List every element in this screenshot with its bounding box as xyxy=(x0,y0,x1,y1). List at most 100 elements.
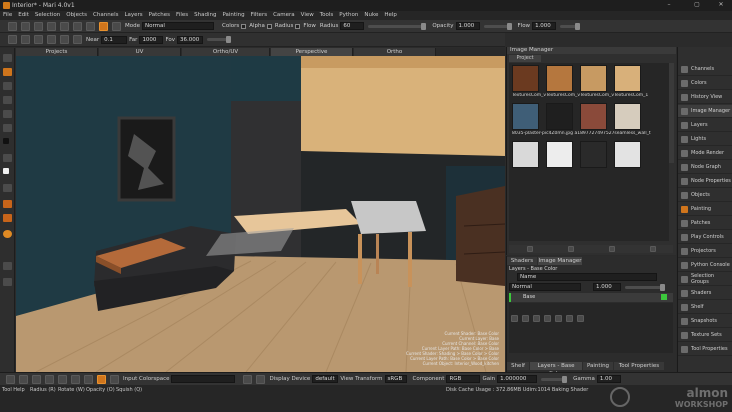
menu-shading[interactable]: Shading xyxy=(191,11,219,20)
palette-texture-sets[interactable]: Texture Sets xyxy=(678,329,732,342)
palette-node-properties[interactable]: Node Properties xyxy=(678,175,732,188)
radius-field[interactable]: 60 xyxy=(340,22,365,30)
menu-edit[interactable]: Edit xyxy=(15,11,32,20)
display-icon[interactable] xyxy=(256,374,266,384)
input-colorspace-select[interactable] xyxy=(171,375,236,383)
layer-tool-icon[interactable] xyxy=(3,262,12,270)
delete-image-icon[interactable] xyxy=(649,246,656,252)
tab-image-manager[interactable]: Image Manager xyxy=(538,257,582,265)
thumbnail[interactable] xyxy=(614,141,641,168)
near-field[interactable]: 0.1 xyxy=(101,35,128,44)
palette-history-view[interactable]: History View xyxy=(678,91,732,104)
palette-lights[interactable]: Lights xyxy=(678,133,732,146)
tab-ortho-uv[interactable]: Ortho/UV xyxy=(182,48,270,56)
menu-painting[interactable]: Painting xyxy=(219,11,247,20)
menu-objects[interactable]: Objects xyxy=(63,11,90,20)
new-project-icon[interactable] xyxy=(8,21,17,31)
palette-shaders[interactable]: Shaders xyxy=(678,287,732,300)
menu-selection[interactable]: Selection xyxy=(32,11,63,20)
clone-tool-icon[interactable] xyxy=(3,200,12,208)
far-field[interactable]: 1000 xyxy=(139,35,164,44)
brush-stamp-icon[interactable] xyxy=(45,374,54,384)
background-color-icon[interactable] xyxy=(3,168,9,174)
menu-tools[interactable]: Tools xyxy=(317,11,337,20)
camera-reset-icon[interactable] xyxy=(21,35,30,44)
thumbnail[interactable] xyxy=(614,103,641,130)
add-layer-icon[interactable] xyxy=(511,314,518,322)
3d-viewport[interactable]: Current Shader: Base Color Current Layer… xyxy=(16,56,505,372)
view-image-icon[interactable] xyxy=(608,246,615,252)
layer-opacity-slider[interactable] xyxy=(625,284,665,291)
lut-icon[interactable] xyxy=(243,374,253,384)
export-image-icon[interactable] xyxy=(567,246,574,252)
mode-select[interactable]: Normal xyxy=(142,22,214,30)
alpha-checkbox[interactable] xyxy=(241,23,247,29)
menu-nuke[interactable]: Nuke xyxy=(361,11,381,20)
radius-checkbox[interactable] xyxy=(266,23,272,29)
move-icon[interactable] xyxy=(19,374,28,384)
flow-slider[interactable] xyxy=(560,22,581,30)
add-procedural-icon[interactable] xyxy=(533,314,540,322)
gamma-field[interactable]: 1.00 xyxy=(596,375,621,383)
color-manage-icon[interactable] xyxy=(97,374,106,384)
lock-camera-icon[interactable] xyxy=(60,35,69,44)
select-tool-icon[interactable] xyxy=(3,54,12,62)
opacity-slider[interactable] xyxy=(483,22,512,30)
thumbnail-scrollbar[interactable] xyxy=(669,63,674,163)
menu-view[interactable]: View xyxy=(298,11,317,20)
menu-files[interactable]: Files xyxy=(173,11,191,20)
save-icon[interactable] xyxy=(34,21,43,31)
opacity-field[interactable]: 1.000 xyxy=(455,22,480,30)
palette-projectors[interactable]: Projectors xyxy=(678,245,732,258)
layer-search-input[interactable]: Name xyxy=(517,273,657,281)
thumbnail[interactable] xyxy=(546,103,573,130)
merge-layer-icon[interactable] xyxy=(566,314,573,322)
palette-node-graph[interactable]: Node Graph xyxy=(678,161,732,174)
maximize-button[interactable]: ▢ xyxy=(688,1,706,10)
group-layer-icon[interactable] xyxy=(555,314,562,322)
frame-selection-icon[interactable] xyxy=(34,35,43,44)
palette-colors[interactable]: Colors xyxy=(678,77,732,90)
snapshot-icon[interactable] xyxy=(73,21,82,31)
paint-tool-icon[interactable] xyxy=(3,68,12,76)
menu-filters[interactable]: Filters xyxy=(248,11,271,20)
palette-play-controls[interactable]: Play Controls xyxy=(678,231,732,244)
palette-objects[interactable]: Objects xyxy=(678,189,732,202)
menu-camera[interactable]: Camera xyxy=(270,11,298,20)
undo-history-icon[interactable] xyxy=(6,374,15,384)
thumbnail[interactable] xyxy=(614,65,641,92)
rotate-brush-icon[interactable] xyxy=(71,374,80,384)
lighting-icon[interactable] xyxy=(112,21,121,31)
minimize-button[interactable]: – xyxy=(660,1,678,10)
frame-all-icon[interactable] xyxy=(47,35,56,44)
tab-painting[interactable]: Painting xyxy=(583,362,613,370)
palette-tool-properties[interactable]: Tool Properties xyxy=(678,343,732,356)
menu-help[interactable]: Help xyxy=(381,11,400,20)
close-button[interactable]: ✕ xyxy=(712,1,730,10)
add-mask-icon[interactable] xyxy=(544,314,551,322)
paint-fill-icon[interactable] xyxy=(3,82,12,90)
fov-field[interactable]: 36.000 xyxy=(177,35,204,44)
paint-through-icon[interactable] xyxy=(99,21,108,31)
palette-mode-render[interactable]: Mode Render xyxy=(678,147,732,160)
tab-shelf[interactable]: Shelf xyxy=(507,362,529,370)
foreground-color-icon[interactable] xyxy=(3,138,9,144)
layer-row-base[interactable]: Base xyxy=(509,293,673,302)
thumbnail[interactable] xyxy=(546,141,573,168)
arrow-down-icon[interactable] xyxy=(32,374,41,384)
open-project-icon[interactable] xyxy=(21,21,30,31)
blend-mode-select[interactable]: Normal xyxy=(509,283,581,291)
tab-uv[interactable]: UV xyxy=(99,48,181,56)
tab-shaders[interactable]: Shaders xyxy=(507,257,537,265)
display-device-select[interactable]: default xyxy=(312,375,339,383)
flow-checkbox[interactable] xyxy=(295,23,301,29)
delete-layer-icon[interactable] xyxy=(577,314,584,322)
add-adjustment-icon[interactable] xyxy=(522,314,529,322)
menu-patches[interactable]: Patches xyxy=(146,11,173,20)
palette-snapshots[interactable]: Snapshots xyxy=(678,315,732,328)
palette-painting[interactable]: Painting xyxy=(678,203,732,216)
gain-field[interactable]: 1.000000 xyxy=(497,375,538,383)
tab-project[interactable]: Project xyxy=(509,55,541,62)
fov-slider[interactable] xyxy=(207,36,232,43)
view-transform-select[interactable]: sRGB xyxy=(384,375,407,383)
